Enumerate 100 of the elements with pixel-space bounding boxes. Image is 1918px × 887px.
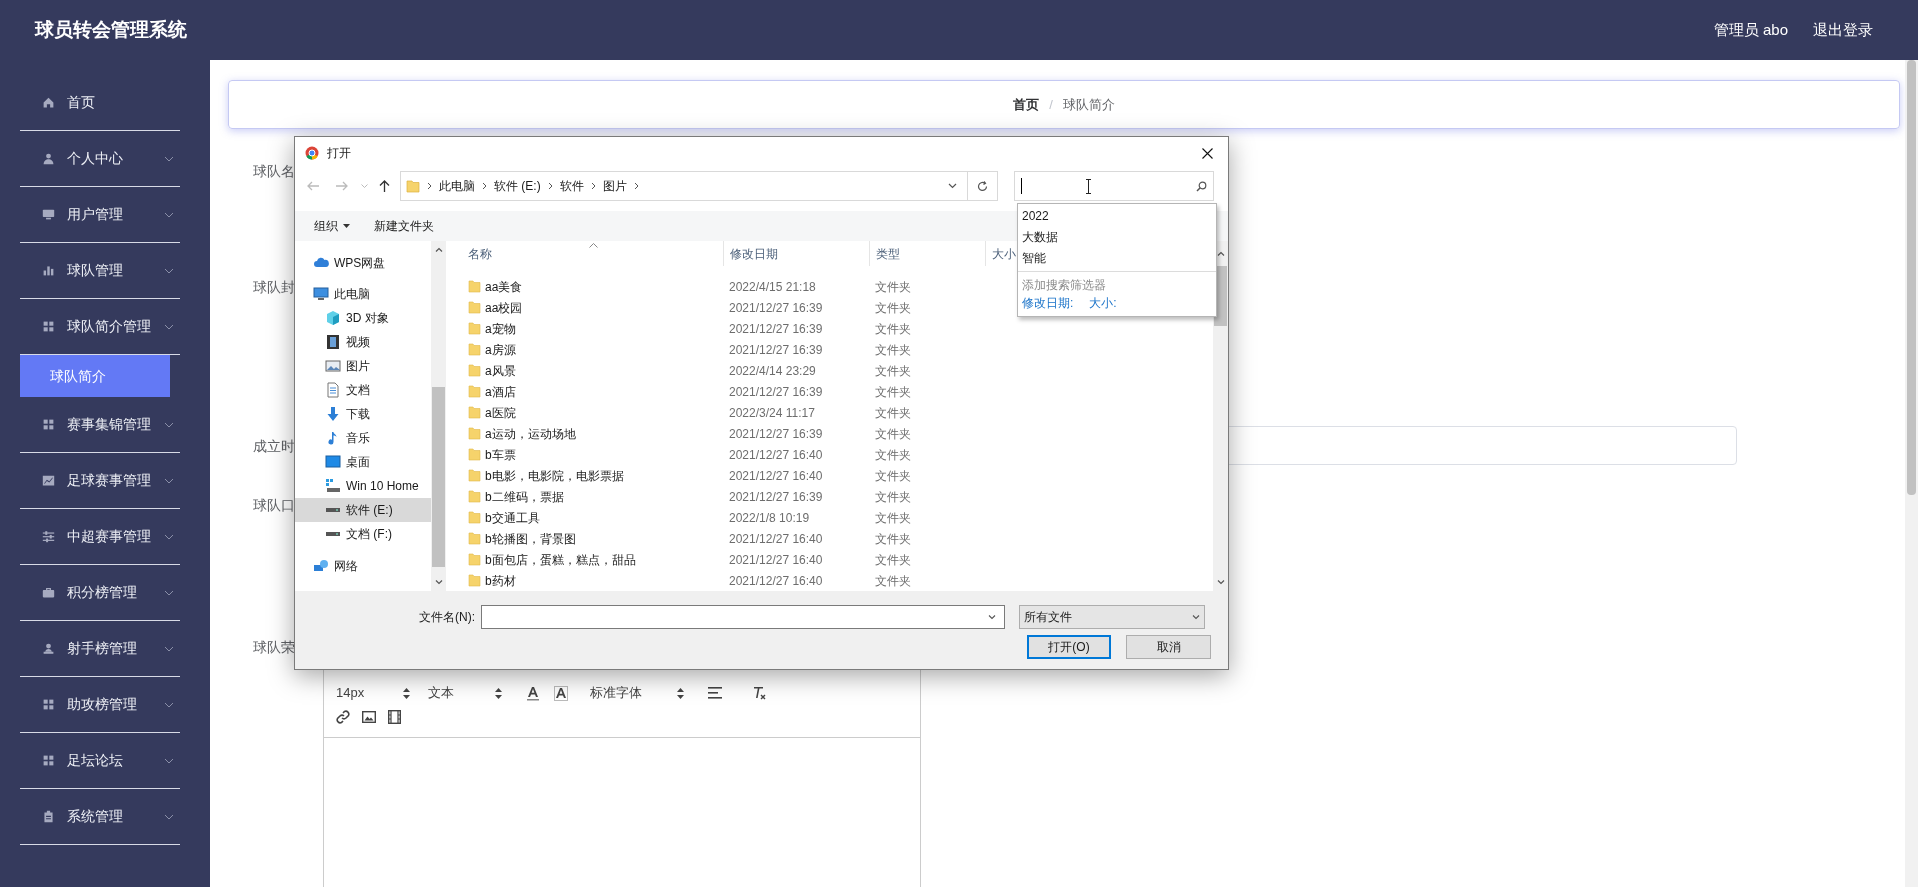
- sidebar-item[interactable]: 赛事集锦管理: [20, 397, 180, 453]
- nav-item[interactable]: 3D 对象: [295, 306, 431, 330]
- caret-down-icon: [343, 224, 350, 228]
- folder-icon: [468, 574, 481, 587]
- film-icon[interactable]: [388, 710, 401, 724]
- nav-item[interactable]: 此电脑: [295, 282, 431, 306]
- highlight-color-icon[interactable]: [554, 685, 568, 701]
- sidebar-item[interactable]: 首页: [20, 75, 180, 131]
- path-segment[interactable]: 软件: [559, 177, 584, 195]
- suggestion-item[interactable]: 智能: [1018, 248, 1216, 269]
- file-row[interactable]: b轮播图，背景图 2021/12/27 16:40 文件夹: [451, 528, 1201, 549]
- file-row[interactable]: b电影，电影院，电影票据 2021/12/27 16:40 文件夹: [451, 465, 1201, 486]
- nav-item[interactable]: 图片: [295, 354, 431, 378]
- nav-item[interactable]: Win 10 Home: [295, 474, 431, 498]
- file-row[interactable]: a宠物 2021/12/27 16:39 文件夹: [451, 318, 1201, 339]
- chevron-up-icon[interactable]: [434, 247, 443, 252]
- column-header[interactable]: 类型: [869, 241, 985, 266]
- open-button[interactable]: 打开(O): [1027, 635, 1111, 659]
- sidebar-item[interactable]: 用户管理: [20, 187, 180, 243]
- column-header[interactable]: 修改日期: [723, 241, 869, 266]
- sidebar-item[interactable]: 射手榜管理: [20, 621, 180, 677]
- dialog-title: 打开: [327, 145, 351, 162]
- scrollbar[interactable]: [431, 241, 446, 591]
- nav-item[interactable]: 下载: [295, 402, 431, 426]
- select-dropdown[interactable]: 14px: [336, 683, 416, 703]
- file-name: b车票: [485, 446, 516, 464]
- nav-item[interactable]: 软件 (E:): [295, 498, 431, 522]
- search-icon[interactable]: [1196, 180, 1207, 192]
- file-row[interactable]: a运动，运动场地 2021/12/27 16:39 文件夹: [451, 423, 1201, 444]
- clear-format-icon[interactable]: [752, 686, 766, 700]
- sidebar-item[interactable]: 中超赛事管理: [20, 509, 180, 565]
- select-dropdown[interactable]: 标准字体: [590, 683, 690, 703]
- organize-menu[interactable]: 组织: [314, 217, 350, 235]
- chevron-down-icon[interactable]: [1216, 580, 1225, 585]
- image-icon[interactable]: [362, 711, 376, 723]
- path-segment[interactable]: 此电脑: [439, 177, 475, 195]
- chevron-down-icon[interactable]: [948, 183, 957, 189]
- refresh-icon[interactable]: [977, 180, 988, 192]
- nav-item[interactable]: 文档: [295, 378, 431, 402]
- suggestion-item[interactable]: 2022: [1018, 206, 1216, 227]
- select-dropdown[interactable]: 文本: [428, 683, 508, 703]
- file-name: a医院: [485, 404, 516, 422]
- sidebar-item[interactable]: 个人中心: [20, 131, 180, 187]
- file-row[interactable]: a酒店 2021/12/27 16:39 文件夹: [451, 381, 1201, 402]
- scrollbar-thumb[interactable]: [1907, 60, 1916, 495]
- filter-link[interactable]: 大小:: [1089, 294, 1117, 312]
- nav-item[interactable]: 文档 (F:): [295, 522, 431, 546]
- file-row[interactable]: a风景 2022/4/14 23:29 文件夹: [451, 360, 1201, 381]
- sidebar-item[interactable]: 积分榜管理: [20, 565, 180, 621]
- nav-item[interactable]: 视频: [295, 330, 431, 354]
- page-scrollbar[interactable]: [1905, 60, 1918, 887]
- scrollbar[interactable]: [1213, 241, 1228, 591]
- address-bar[interactable]: 此电脑 软件 (E:) 软件 图片: [400, 171, 998, 201]
- file-date: 2021/12/27 16:39: [728, 299, 824, 317]
- nav-item[interactable]: WPS网盘: [295, 251, 431, 275]
- scrollbar-thumb[interactable]: [432, 387, 445, 567]
- path-segment[interactable]: 图片: [602, 177, 627, 195]
- sidebar-item[interactable]: 足球赛事管理: [20, 453, 180, 509]
- sidebar-item[interactable]: 球队管理: [20, 243, 180, 299]
- file-name: a运动，运动场地: [485, 425, 576, 443]
- file-row[interactable]: b面包店，蛋糕，糕点，甜品 2021/12/27 16:40 文件夹: [451, 549, 1201, 570]
- logout-link[interactable]: 退出登录: [1813, 18, 1873, 42]
- nav-item[interactable]: 音乐: [295, 426, 431, 450]
- chevron-up-icon[interactable]: [1216, 251, 1225, 256]
- chevron-down-icon[interactable]: [434, 580, 443, 585]
- font-color-icon[interactable]: [526, 685, 540, 701]
- file-date: 2021/12/27 16:39: [728, 488, 824, 506]
- link-icon[interactable]: [336, 710, 350, 724]
- file-type-dropdown[interactable]: 所有文件: [1019, 605, 1205, 629]
- file-name: b电影，电影院，电影票据: [485, 467, 624, 485]
- breadcrumb-item[interactable]: 首页: [1013, 94, 1040, 115]
- user-icon: [42, 152, 55, 165]
- sidebar-item[interactable]: 助攻榜管理: [20, 677, 180, 733]
- file-row[interactable]: a医院 2022/3/24 11:17 文件夹: [451, 402, 1201, 423]
- file-date: 2021/12/27 16:39: [728, 341, 824, 359]
- file-row[interactable]: b药材 2021/12/27 16:40 文件夹: [451, 570, 1201, 591]
- sidebar-item[interactable]: 足坛论坛: [20, 733, 180, 789]
- folder-icon: [468, 469, 481, 482]
- file-date: 2022/1/8 10:19: [728, 509, 811, 527]
- file-row[interactable]: b交通工具 2022/1/8 10:19 文件夹: [451, 507, 1201, 528]
- nav-item[interactable]: 网络: [295, 554, 431, 578]
- up-arrow-icon[interactable]: [379, 180, 390, 192]
- drive-icon: [325, 478, 341, 494]
- sidebar-subitem[interactable]: 球队简介: [20, 355, 170, 397]
- file-row[interactable]: b二维码，票据 2021/12/27 16:39 文件夹: [451, 486, 1201, 507]
- file-row[interactable]: a房源 2021/12/27 16:39 文件夹: [451, 339, 1201, 360]
- cancel-button[interactable]: 取消: [1126, 635, 1211, 659]
- filename-field[interactable]: [481, 605, 1005, 629]
- nav-item[interactable]: 桌面: [295, 450, 431, 474]
- suggestion-item[interactable]: 大数据: [1018, 227, 1216, 248]
- file-row[interactable]: b车票 2021/12/27 16:40 文件夹: [451, 444, 1201, 465]
- path-segment[interactable]: 软件 (E:): [494, 177, 541, 195]
- sidebar-item[interactable]: 系统管理: [20, 789, 180, 845]
- chevron-right-icon: [633, 182, 639, 190]
- filter-link[interactable]: 修改日期:: [1022, 294, 1074, 312]
- search-field[interactable]: [1014, 171, 1214, 201]
- new-folder-button[interactable]: 新建文件夹: [374, 217, 434, 235]
- text-caret: [1021, 178, 1022, 194]
- column-header[interactable]: 名称: [451, 241, 723, 266]
- align-left-icon[interactable]: [708, 687, 722, 699]
